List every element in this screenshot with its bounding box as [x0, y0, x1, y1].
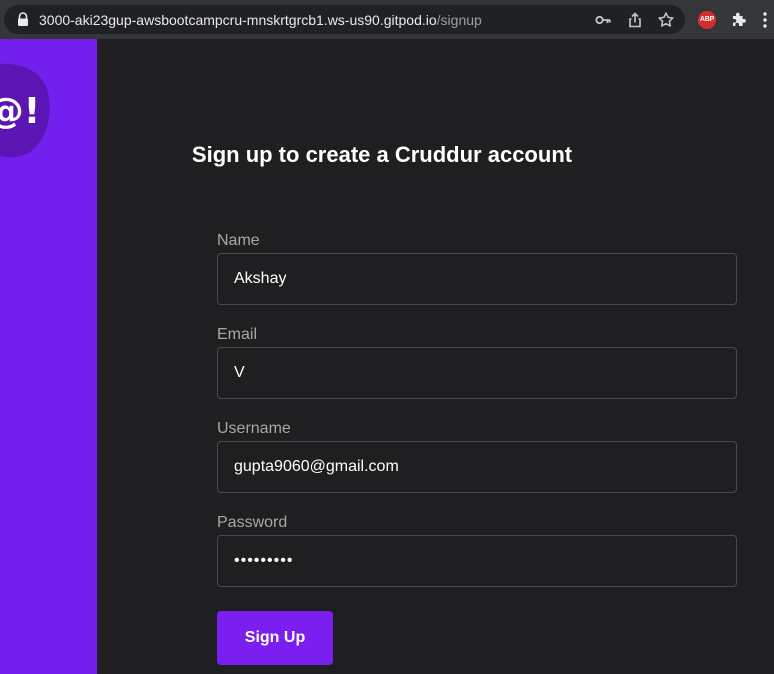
browser-menu-icon[interactable]: [762, 11, 768, 29]
address-bar[interactable]: 3000-aki23gup-awsbootcampcru-mnskrtgrcb1…: [4, 5, 685, 34]
key-icon[interactable]: [594, 11, 612, 29]
lock-icon[interactable]: [16, 12, 30, 27]
url-text[interactable]: 3000-aki23gup-awsbootcampcru-mnskrtgrcb1…: [39, 12, 482, 28]
password-input[interactable]: [217, 535, 737, 587]
logo-glyph: @!: [0, 91, 40, 132]
bookmark-star-icon[interactable]: [657, 11, 675, 29]
username-label: Username: [217, 420, 291, 437]
email-input[interactable]: [217, 347, 737, 399]
sign-up-button[interactable]: Sign Up: [217, 611, 333, 665]
name-label: Name: [217, 232, 260, 249]
brand-panel: @!: [0, 39, 97, 674]
email-label: Email: [217, 326, 258, 343]
extensions-puzzle-icon[interactable]: [729, 10, 748, 29]
url-path: /signup: [436, 12, 482, 28]
password-label: Password: [217, 514, 288, 531]
page-title: Sign up to create a Cruddur account: [191, 142, 573, 167]
username-input[interactable]: [217, 441, 737, 493]
browser-toolbar: 3000-aki23gup-awsbootcampcru-mnskrtgrcb1…: [0, 0, 774, 39]
share-icon[interactable]: [626, 11, 644, 29]
name-input[interactable]: [217, 253, 737, 305]
adblock-plus-icon[interactable]: ABP: [698, 11, 716, 29]
url-host: 3000-aki23gup-awsbootcampcru-mnskrtgrcb1…: [39, 12, 437, 28]
